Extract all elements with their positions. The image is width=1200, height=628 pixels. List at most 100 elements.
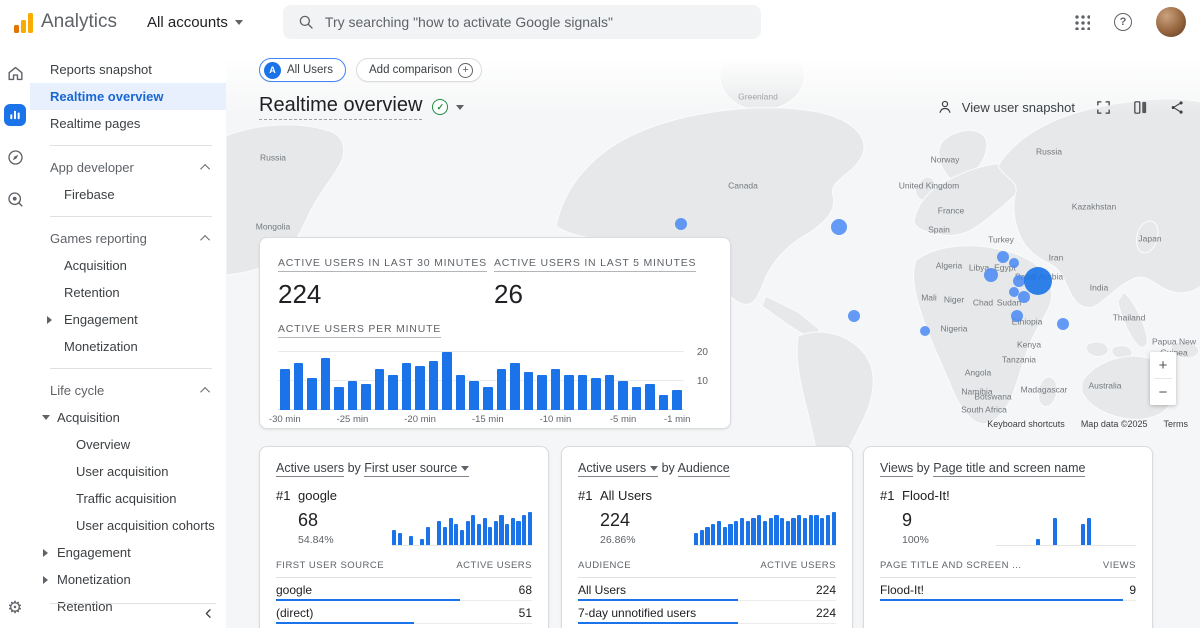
sidebar-item-monetization[interactable]: Monetization xyxy=(30,333,226,360)
map-country-label: Japan xyxy=(1138,234,1161,245)
sidebar-item-label: Overview xyxy=(76,437,130,452)
home-icon[interactable] xyxy=(4,62,26,84)
sidebar-item-acquisition[interactable]: Acquisition xyxy=(30,404,226,431)
sidebar-item-traffic-acquisition[interactable]: Traffic acquisition xyxy=(30,485,226,512)
expand-right-icon[interactable] xyxy=(47,316,52,324)
map-country-label: Iran xyxy=(1049,253,1064,264)
sidebar-item-engagement[interactable]: Engagement xyxy=(30,306,226,333)
sidebar-item-reports-snapshot[interactable]: Reports snapshot xyxy=(30,56,226,83)
avatar[interactable] xyxy=(1156,7,1186,37)
sidebar-item-label: Engagement xyxy=(64,312,138,327)
terms-link[interactable]: Terms xyxy=(1164,419,1189,429)
analytics-logo-icon[interactable] xyxy=(14,11,33,33)
mini-bar xyxy=(751,518,755,545)
sidebar-item-realtime-overview[interactable]: Realtime overview xyxy=(30,83,226,110)
top-app-bar: Analytics All accounts ? xyxy=(0,0,1200,44)
collapse-down-icon[interactable] xyxy=(42,415,50,420)
account-switcher[interactable]: All accounts xyxy=(147,14,243,31)
sidebar-item-firebase[interactable]: Firebase xyxy=(30,181,226,208)
minute-bar xyxy=(469,381,479,410)
share-icon[interactable] xyxy=(1169,99,1186,116)
card-metric-selector[interactable]: Views xyxy=(880,461,913,477)
sidebar-item-label: User acquisition xyxy=(76,464,169,479)
help-icon[interactable]: ? xyxy=(1114,13,1132,31)
card-dimension-selector[interactable]: Audience xyxy=(678,461,730,477)
search-input[interactable] xyxy=(325,14,747,30)
card-dimension-selector[interactable]: Page title and screen name xyxy=(933,461,1085,477)
top-entity-percent: 100% xyxy=(902,534,996,546)
mini-bar xyxy=(700,530,704,545)
edit-comparisons-icon[interactable] xyxy=(1132,99,1149,116)
comparison-chip-all-users[interactable]: A All Users xyxy=(259,58,346,82)
expand-right-icon[interactable] xyxy=(43,549,48,557)
table-header-metric: ACTIVE USERS xyxy=(456,560,532,571)
report-card-first-user-source: Active users by First user source#1googl… xyxy=(259,446,549,628)
active-user-dot xyxy=(920,326,930,336)
active-user-dot xyxy=(1057,318,1069,330)
minute-bar xyxy=(618,381,628,410)
sidebar-item-retention[interactable]: Retention xyxy=(30,279,226,306)
mini-bar xyxy=(728,524,732,545)
top-entity-name: All Users xyxy=(600,488,652,503)
sidebar-item-overview[interactable]: Overview xyxy=(30,431,226,458)
apps-grid-icon[interactable] xyxy=(1074,14,1090,30)
add-comparison-chip[interactable]: Add comparison + xyxy=(356,58,482,82)
map-country-label: France xyxy=(938,206,964,217)
advertising-icon[interactable] xyxy=(4,188,26,210)
table-row[interactable]: google68 xyxy=(276,578,532,601)
mini-bar xyxy=(832,512,836,545)
zoom-in-button[interactable]: + xyxy=(1150,352,1176,378)
chevron-down-icon[interactable] xyxy=(456,105,464,110)
sidebar-item-monetization[interactable]: Monetization xyxy=(30,566,226,593)
table-row[interactable]: All Users224 xyxy=(578,578,836,601)
collapse-section-icon[interactable] xyxy=(200,387,210,397)
table-row[interactable]: 7-day unnotified users224 xyxy=(578,601,836,624)
top-entity-percent: 26.86% xyxy=(600,534,694,546)
sidebar-item-app-developer[interactable]: App developer xyxy=(30,154,226,181)
sidebar-item-acquisition[interactable]: Acquisition xyxy=(30,252,226,279)
mini-bar xyxy=(426,527,430,545)
map-country-label: Tanzania xyxy=(1002,355,1036,366)
minute-bar xyxy=(375,369,385,410)
top-entity-value: 9 xyxy=(902,510,996,531)
sidebar-item-label: Acquisition xyxy=(64,258,127,273)
sidebar-item-label: App developer xyxy=(50,160,134,175)
keyboard-shortcuts-link[interactable]: Keyboard shortcuts xyxy=(987,419,1065,429)
mini-bar xyxy=(1087,518,1091,545)
table-row[interactable]: Flood-It!9 xyxy=(880,578,1136,601)
sidebar-item-realtime-pages[interactable]: Realtime pages xyxy=(30,110,226,137)
row-value: 224 xyxy=(816,583,836,597)
expand-right-icon[interactable] xyxy=(43,576,48,584)
active-user-dot xyxy=(997,251,1009,263)
reports-icon[interactable] xyxy=(4,104,26,126)
view-user-snapshot-button[interactable]: View user snapshot xyxy=(936,98,1075,116)
sidebar-item-life-cycle[interactable]: Life cycle xyxy=(30,377,226,404)
mini-bar xyxy=(791,518,795,545)
explore-icon[interactable] xyxy=(4,146,26,168)
card-metric-selector[interactable]: Active users xyxy=(578,461,658,477)
card-title: Active users by First user source xyxy=(276,461,532,475)
top-rank: #1 xyxy=(578,488,600,503)
collapse-section-icon[interactable] xyxy=(200,235,210,245)
card-metric-selector[interactable]: Active users xyxy=(276,461,344,477)
card-dimension-selector[interactable]: First user source xyxy=(364,461,469,477)
admin-gear-icon[interactable]: ⚙ xyxy=(7,598,22,618)
mini-bar xyxy=(694,533,698,545)
fullscreen-icon[interactable] xyxy=(1095,99,1112,116)
sidebar-item-retention[interactable]: Retention xyxy=(30,593,226,620)
search-bar[interactable] xyxy=(283,5,761,39)
sidebar-item-games-reporting[interactable]: Games reporting xyxy=(30,225,226,252)
sidebar-item-engagement[interactable]: Engagement xyxy=(30,539,226,566)
mini-bar xyxy=(443,527,447,545)
minute-bar xyxy=(442,352,452,410)
zoom-out-button[interactable]: − xyxy=(1150,379,1176,405)
sidebar-item-label: Realtime pages xyxy=(50,116,140,131)
sidebar-item-label: Traffic acquisition xyxy=(76,491,176,506)
collapse-sidebar-icon[interactable] xyxy=(201,606,216,626)
mini-bar xyxy=(774,515,778,545)
collapse-section-icon[interactable] xyxy=(200,164,210,174)
sidebar-item-user-acquisition[interactable]: User acquisition xyxy=(30,458,226,485)
data-quality-check-icon[interactable]: ✓ xyxy=(432,99,448,115)
sidebar-item-user-acquisition-cohorts[interactable]: User acquisition cohorts xyxy=(30,512,226,539)
table-row[interactable]: (direct)51 xyxy=(276,601,532,624)
